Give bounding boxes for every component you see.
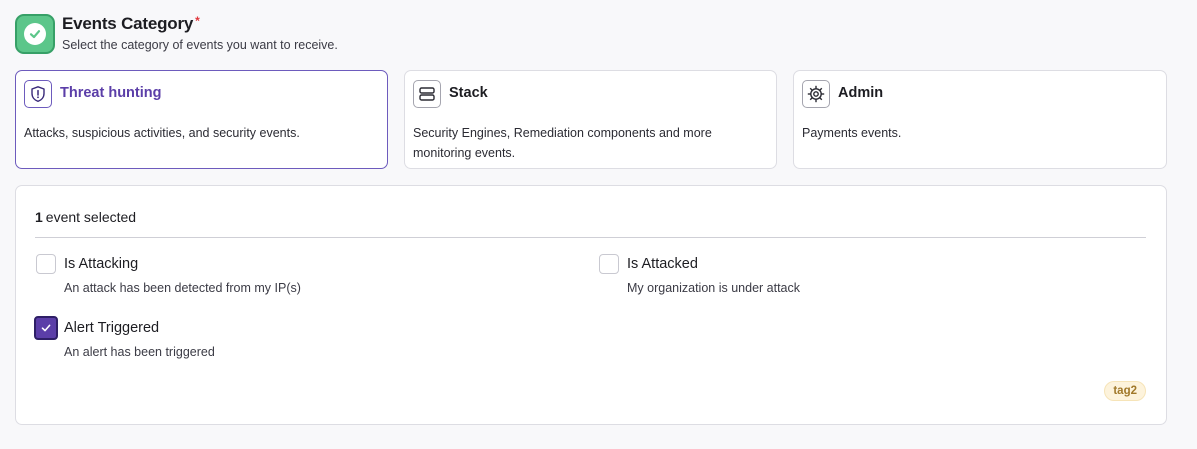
- step-status-check-icon: [15, 14, 55, 54]
- selected-count: 1 event selected: [35, 209, 136, 225]
- section-title: Events Category *: [62, 14, 200, 34]
- selected-count-number: 1: [35, 209, 43, 225]
- event-title: Alert Triggered: [64, 320, 160, 336]
- checkbox[interactable]: [36, 254, 56, 274]
- category-description: Payments events.: [802, 126, 902, 140]
- checkbox-checked[interactable]: [34, 316, 58, 340]
- category-card-stack[interactable]: Stack Security Engines, Remediation comp…: [404, 70, 777, 169]
- checkbox[interactable]: [599, 254, 619, 274]
- category-description: Attacks, suspicious activities, and secu…: [24, 126, 300, 140]
- category-card-admin[interactable]: Admin Payments events.: [793, 70, 1167, 169]
- divider: [35, 237, 1146, 238]
- tag-badge: tag2: [1104, 381, 1146, 401]
- shield-alert-icon: [24, 80, 52, 108]
- event-description: My organization is under attack: [627, 281, 801, 295]
- category-card-threat-hunting[interactable]: Threat hunting Attacks, suspicious activ…: [15, 70, 388, 169]
- events-panel: 1 event selected Is Attacking An attack h…: [15, 185, 1167, 425]
- checkmark-icon: [41, 324, 51, 332]
- section-subtitle: Select the category of events you want t…: [62, 38, 338, 52]
- category-description: Security Engines, Remediation components…: [413, 126, 712, 160]
- server-stack-icon: [413, 80, 441, 108]
- category-title: Admin: [838, 85, 884, 101]
- gear-icon: [802, 80, 830, 108]
- category-title: Threat hunting: [60, 85, 162, 101]
- required-mark: *: [195, 14, 200, 28]
- category-title: Stack: [449, 85, 488, 101]
- section-title-text: Events Category: [62, 14, 194, 33]
- event-description: An attack has been detected from my IP(s…: [64, 281, 301, 295]
- event-title: Is Attacked: [627, 256, 698, 272]
- event-description: An alert has been triggered: [64, 345, 215, 359]
- selected-count-label: event selected: [45, 209, 137, 225]
- event-title: Is Attacking: [64, 256, 139, 272]
